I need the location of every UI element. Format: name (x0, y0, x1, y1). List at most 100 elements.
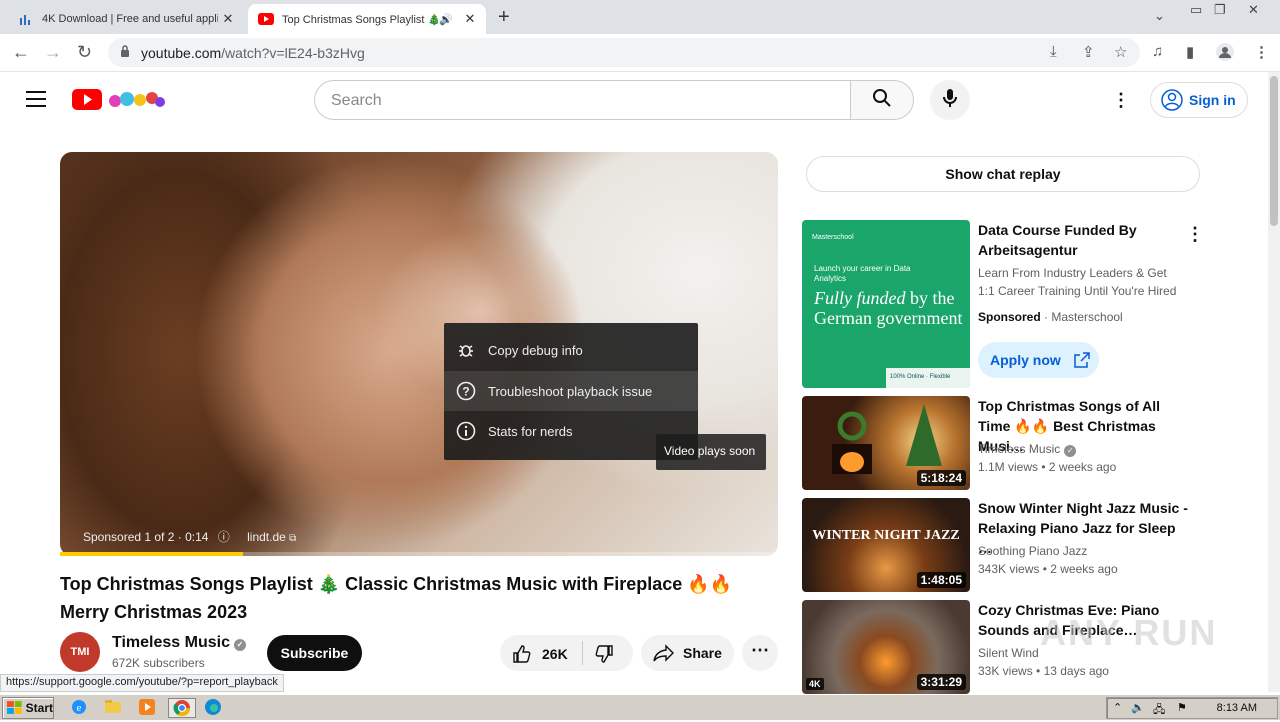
media-control-icon[interactable]: ♫ (1152, 43, 1163, 60)
4k-badge: 4K (806, 678, 824, 690)
thumbs-down-icon (595, 645, 613, 663)
chrome-menu-icon[interactable]: ⋮ (1254, 43, 1269, 61)
channel-name[interactable]: Silent Wind (978, 644, 1039, 662)
internet-explorer-icon[interactable]: e (70, 698, 90, 718)
bookmark-star-icon[interactable]: ☆ (1114, 43, 1127, 61)
restore-button[interactable]: ❐ (1214, 2, 1226, 18)
verified-icon: ✓ (1064, 445, 1077, 457)
ad-description-1: Learn From Industry Leaders & Get (978, 266, 1167, 280)
svg-text:e: e (77, 702, 82, 714)
reload-icon[interactable]: ↻ (77, 42, 92, 63)
bug-icon (456, 340, 476, 360)
dislike-button[interactable] (594, 644, 614, 669)
system-tray: ⌃ 🔈 🖧 ⚑ 8:13 AM (1106, 697, 1278, 719)
chrome-taskbar-button[interactable] (168, 698, 196, 718)
new-tab-button[interactable]: + (498, 6, 510, 29)
apply-now-label: Apply now (990, 352, 1061, 368)
tab-title: 4K Download | Free and useful applic (42, 13, 218, 25)
volume-icon[interactable]: 🔈 (1131, 701, 1145, 714)
video-thumbnail[interactable]: 4K 3:31:29 (802, 600, 970, 694)
hamburger-menu-icon[interactable] (26, 91, 46, 107)
channel-avatar[interactable]: TMI (60, 632, 100, 672)
apply-now-button[interactable]: Apply now (978, 342, 1099, 378)
menu-item-copy-debug[interactable]: Copy debug info (444, 330, 698, 370)
browser-tab-bar: 4K Download | Free and useful applic ✕ T… (0, 0, 1280, 34)
flag-icon[interactable]: ⚑ (1177, 701, 1187, 714)
edge-icon[interactable] (204, 698, 224, 718)
ad-description-2: 1:1 Career Training Until You're Hired (978, 284, 1177, 298)
url-text: youtube.com/watch?v=lE24-b3zHvg (141, 45, 365, 61)
menu-item-troubleshoot[interactable]: ? Troubleshoot playback issue (444, 371, 698, 411)
close-icon[interactable]: ✕ (218, 11, 238, 27)
tab-youtube[interactable]: Top Christmas Songs Playlist 🎄 🔊 ✕ (248, 4, 486, 34)
network-icon[interactable]: 🖧 (1153, 701, 1165, 720)
search-button[interactable] (850, 80, 914, 120)
voice-search-button[interactable] (930, 80, 970, 120)
media-player-icon[interactable] (138, 698, 158, 718)
sponsor-link[interactable]: lindt.de (247, 530, 286, 544)
ad-title[interactable]: Data Course Funded By Arbeitsagentur (978, 220, 1188, 260)
minimize-button[interactable]: ▭ (1190, 2, 1202, 18)
address-bar[interactable]: youtube.com/watch?v=lE24-b3zHvg (108, 38, 1140, 67)
search-icon (872, 88, 892, 113)
share-page-icon[interactable]: ⇪ (1082, 43, 1095, 61)
ad-headline: Fully funded by the German government (814, 288, 963, 328)
install-icon[interactable]: ⤓ (1050, 43, 1057, 60)
verified-icon: ✓ (233, 639, 246, 651)
window-close-button[interactable]: ✕ (1248, 2, 1259, 18)
channel-name[interactable]: Soothing Piano Jazz (978, 542, 1087, 560)
like-dislike-group: 26K (500, 635, 633, 671)
start-button[interactable]: Start (2, 697, 54, 719)
folder-icon[interactable] (104, 698, 124, 718)
back-icon[interactable]: ← (12, 42, 30, 63)
info-icon[interactable]: ⓘ (218, 530, 230, 544)
ad-sponsored-info: Sponsored 1 of 2 · 0:14 ⓘ lindt.de ⧉ (83, 528, 296, 545)
tab-4k-download[interactable]: 4K Download | Free and useful applic ✕ (8, 4, 244, 34)
question-circle-icon: ? (456, 381, 476, 401)
search-input[interactable]: Search (314, 80, 851, 120)
video-thumbnail[interactable]: 5:18:24 (802, 396, 970, 490)
subscribe-button[interactable]: Subscribe (267, 635, 362, 671)
page-scrollbar[interactable] (1268, 72, 1280, 692)
close-icon[interactable]: ✕ (460, 11, 480, 27)
menu-item-label: Stats for nerds (488, 423, 573, 439)
anyrun-watermark: ANY RUN (1040, 612, 1218, 653)
video-stats: 1.1M views • 2 weeks ago (978, 460, 1117, 474)
forward-icon[interactable]: → (44, 42, 62, 63)
windows-logo-icon (7, 701, 22, 714)
profile-icon[interactable] (1216, 43, 1234, 65)
ad-brand: Masterschool (812, 234, 854, 241)
channel-name[interactable]: Timeless Music ✓ (112, 634, 246, 652)
sign-in-label: Sign in (1189, 92, 1236, 108)
start-label: Start (25, 701, 53, 715)
ad-menu-kebab-icon[interactable]: ⋮ (1186, 224, 1204, 245)
video-duration: 3:31:29 (916, 674, 966, 690)
subscriber-count: 672K subscribers (112, 656, 205, 670)
share-label: Share (683, 645, 722, 661)
tab-search-icon[interactable]: ⌄ (1154, 8, 1165, 24)
channel-name[interactable]: Timeless Music ✓ (978, 440, 1077, 458)
speaker-icon[interactable]: 🔊 (438, 13, 454, 26)
sponsored-text: Sponsored 1 of 2 · 0:14 (83, 530, 209, 544)
4k-download-icon (18, 11, 34, 27)
sign-in-button[interactable]: Sign in (1150, 82, 1248, 118)
scrollbar-thumb[interactable] (1270, 76, 1278, 226)
tray-expand-icon[interactable]: ⌃ (1113, 701, 1122, 714)
settings-kebab-icon[interactable]: ⋮ (1112, 90, 1130, 111)
youtube-icon (258, 11, 274, 27)
side-panel-icon[interactable]: ▮ (1186, 43, 1194, 61)
share-button[interactable]: Share (641, 635, 734, 671)
video-thumbnail[interactable]: WINTER NIGHT JAZZ 1:48:05 (802, 498, 970, 592)
video-duration: 5:18:24 (916, 470, 966, 486)
video-plays-soon-badge: Video plays soon (656, 434, 766, 470)
video-title: Top Christmas Songs Playlist 🎄 Classic C… (60, 574, 733, 622)
browser-toolbar: ← → ↻ youtube.com/watch?v=lE24-b3zHvg ⤓ … (0, 34, 1280, 72)
ad-thumbnail[interactable]: Masterschool Launch your career in Data … (802, 220, 970, 388)
youtube-logo[interactable] (72, 88, 166, 115)
like-button[interactable]: 26K (512, 644, 568, 664)
svg-text:?: ? (462, 385, 469, 399)
more-actions-button[interactable]: ⋯ (742, 635, 778, 671)
show-chat-replay-button[interactable]: Show chat replay (806, 156, 1200, 192)
external-link-icon: ⧉ (289, 533, 297, 544)
video-progress-bar[interactable] (60, 552, 778, 556)
